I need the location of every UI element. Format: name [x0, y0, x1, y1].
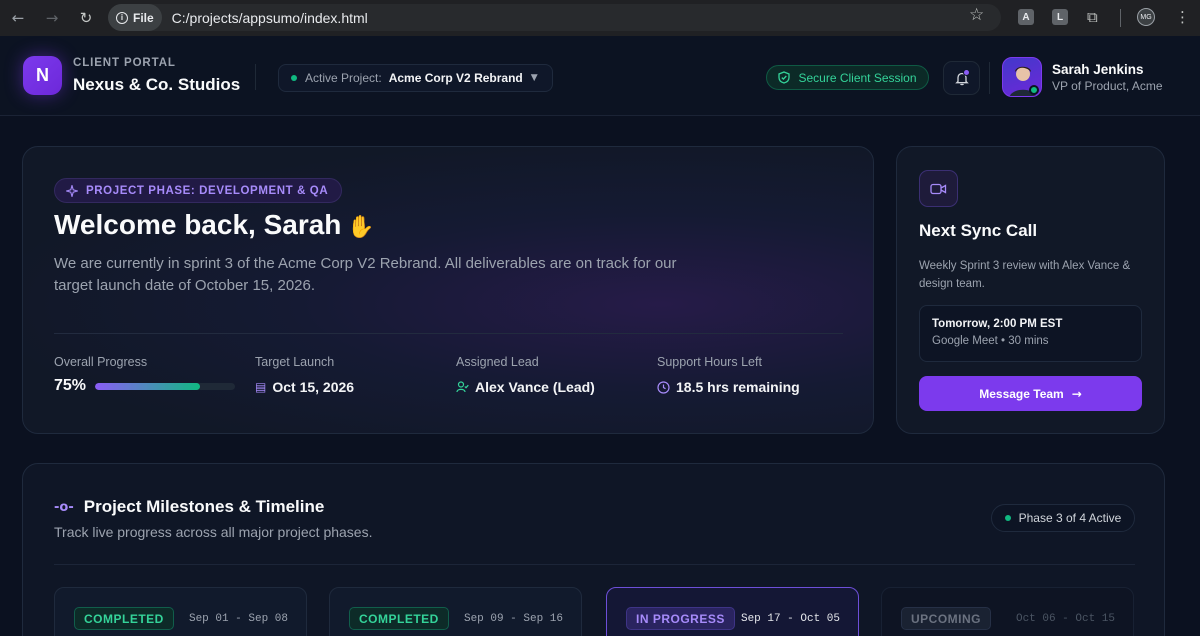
stat-label: Assigned Lead	[456, 355, 539, 369]
sync-time: Tomorrow, 2:00 PM EST	[932, 318, 1063, 330]
user-name: Sarah Jenkins	[1052, 62, 1144, 77]
project-phase-badge: PROJECT PHASE: DEVELOPMENT & QA	[54, 178, 343, 203]
progress-bar	[95, 382, 236, 390]
user-role: VP of Product, Acme	[1052, 79, 1163, 93]
stat-assigned-lead: Assigned Lead Alex Vance (Lead)	[456, 355, 595, 395]
header-divider	[255, 64, 256, 90]
brand-name: Nexus & Co. Studios	[73, 75, 241, 94]
extension-l-icon[interactable]: L	[1052, 9, 1068, 25]
bookmark-star-icon[interactable]: ☆	[969, 5, 984, 25]
milestone-dates: Sep 17 - Oct 05	[740, 613, 840, 625]
site-info-chip[interactable]: i File	[108, 4, 162, 31]
stat-target-launch: Target Launch ▤ Oct 15, 2026	[255, 355, 354, 395]
phase-active-label: Phase 3 of 4 Active	[1018, 511, 1122, 525]
forward-arrow-icon[interactable]: →	[40, 6, 64, 30]
stat-support-hours: Support Hours Left 18.5 hrs remaining	[657, 355, 800, 395]
milestones-heading: -o- Project Milestones & Timeline	[54, 497, 324, 517]
extensions-puzzle-icon[interactable]: ⧉	[1087, 8, 1098, 26]
status-badge: UPCOMING	[901, 607, 991, 630]
sparkles-icon	[66, 184, 78, 197]
active-status-dot	[291, 75, 297, 81]
browser-toolbar: ← → ↻ i File C:/projects/appsumo/index.h…	[0, 0, 1200, 36]
message-team-label: Message Team	[979, 386, 1064, 401]
milestones-section: -o- Project Milestones & Timeline Track …	[22, 463, 1165, 636]
notifications-button[interactable]	[943, 61, 980, 95]
phase-active-badge: Phase 3 of 4 Active	[991, 504, 1135, 532]
stat-label: Support Hours Left	[657, 355, 762, 369]
active-project-selector[interactable]: Active Project: Acme Corp V2 Rebrand ▼	[278, 64, 553, 92]
menu-kebab-icon[interactable]: ⋮	[1175, 8, 1190, 26]
active-status-dot	[1004, 515, 1011, 521]
header-divider	[989, 62, 990, 94]
active-project-value: Acme Corp V2 Rebrand	[388, 71, 523, 85]
extension-a-icon[interactable]: A	[1018, 9, 1034, 25]
milestones-divider	[54, 564, 1135, 565]
git-commit-icon: -o-	[54, 499, 74, 515]
milestones-title: Project Milestones & Timeline	[83, 497, 325, 516]
milestone-card[interactable]: IN PROGRESS Sep 17 - Oct 05	[606, 587, 859, 636]
milestone-card[interactable]: UPCOMING Oct 06 - Oct 15	[881, 587, 1134, 636]
progress-percent: 75%	[54, 377, 87, 394]
progress-bar-fill	[95, 382, 201, 390]
url-text[interactable]: C:/projects/appsumo/index.html	[172, 10, 368, 26]
sync-details: Tomorrow, 2:00 PM EST Google Meet • 30 m…	[919, 305, 1142, 362]
sync-meta: Google Meet • 30 mins	[932, 335, 1049, 347]
waving-hand-icon: ✋	[347, 215, 375, 240]
info-icon: i	[116, 11, 128, 24]
reload-icon[interactable]: ↻	[74, 6, 98, 30]
next-sync-card: Next Sync Call Weekly Sprint 3 review wi…	[896, 146, 1165, 434]
milestone-dates: Oct 06 - Oct 15	[1015, 613, 1115, 625]
milestone-card[interactable]: COMPLETED Sep 09 - Sep 16	[329, 587, 582, 636]
user-check-icon	[456, 381, 469, 393]
address-bar[interactable]: i File C:/projects/appsumo/index.html	[108, 4, 1001, 31]
stat-value: 18.5 hrs remaining	[676, 379, 800, 395]
calendar-icon: ▤	[255, 380, 267, 394]
app-header: N CLIENT PORTAL Nexus & Co. Studios Acti…	[0, 36, 1200, 116]
brand-eyebrow: CLIENT PORTAL	[73, 57, 176, 69]
welcome-heading-text: Welcome back, Sarah	[54, 209, 342, 240]
stat-value: Oct 15, 2026	[272, 379, 355, 395]
secure-session-badge: Secure Client Session	[766, 65, 929, 90]
secure-session-label: Secure Client Session	[798, 70, 917, 85]
toolbar-divider	[1120, 9, 1121, 27]
milestone-card[interactable]: COMPLETED Sep 01 - Sep 08	[54, 587, 307, 636]
sync-title: Next Sync Call	[919, 221, 1038, 240]
project-phase-label: PROJECT PHASE: DEVELOPMENT & QA	[86, 184, 329, 197]
sync-description: Weekly Sprint 3 review with Alex Vance &…	[919, 260, 1131, 290]
clock-icon	[657, 380, 670, 394]
video-camera-icon	[919, 170, 958, 207]
hero-divider	[54, 333, 843, 334]
shield-check-icon	[778, 71, 791, 84]
arrow-right-icon: →	[1071, 386, 1082, 401]
online-status-dot	[1029, 85, 1039, 95]
status-badge: COMPLETED	[349, 607, 449, 630]
file-label: File	[133, 10, 154, 25]
stat-label: Overall Progress	[54, 355, 148, 369]
stat-overall-progress: Overall Progress 75%	[54, 355, 236, 395]
chevron-down-icon: ▼	[530, 73, 538, 83]
back-arrow-icon[interactable]: ←	[6, 6, 30, 30]
brand-logo: N	[23, 56, 62, 95]
notification-dot	[963, 69, 970, 76]
stat-value: Alex Vance (Lead)	[475, 379, 595, 395]
hero-description: We are currently in sprint 3 of the Acme…	[54, 255, 677, 294]
milestones-subtitle: Track live progress across all major pro…	[54, 524, 373, 540]
message-team-button[interactable]: Message Team →	[919, 376, 1142, 411]
status-badge: COMPLETED	[74, 607, 174, 630]
stat-label: Target Launch	[255, 355, 335, 369]
welcome-heading: Welcome back, Sarah ✋	[54, 209, 375, 241]
milestone-dates: Sep 01 - Sep 08	[188, 613, 288, 625]
active-project-label: Active Project:	[305, 71, 382, 85]
status-badge: IN PROGRESS	[626, 607, 735, 630]
profile-avatar[interactable]: MG	[1137, 8, 1155, 26]
milestone-dates: Sep 09 - Sep 16	[463, 613, 563, 625]
welcome-hero-card: PROJECT PHASE: DEVELOPMENT & QA Welcome …	[22, 146, 874, 434]
